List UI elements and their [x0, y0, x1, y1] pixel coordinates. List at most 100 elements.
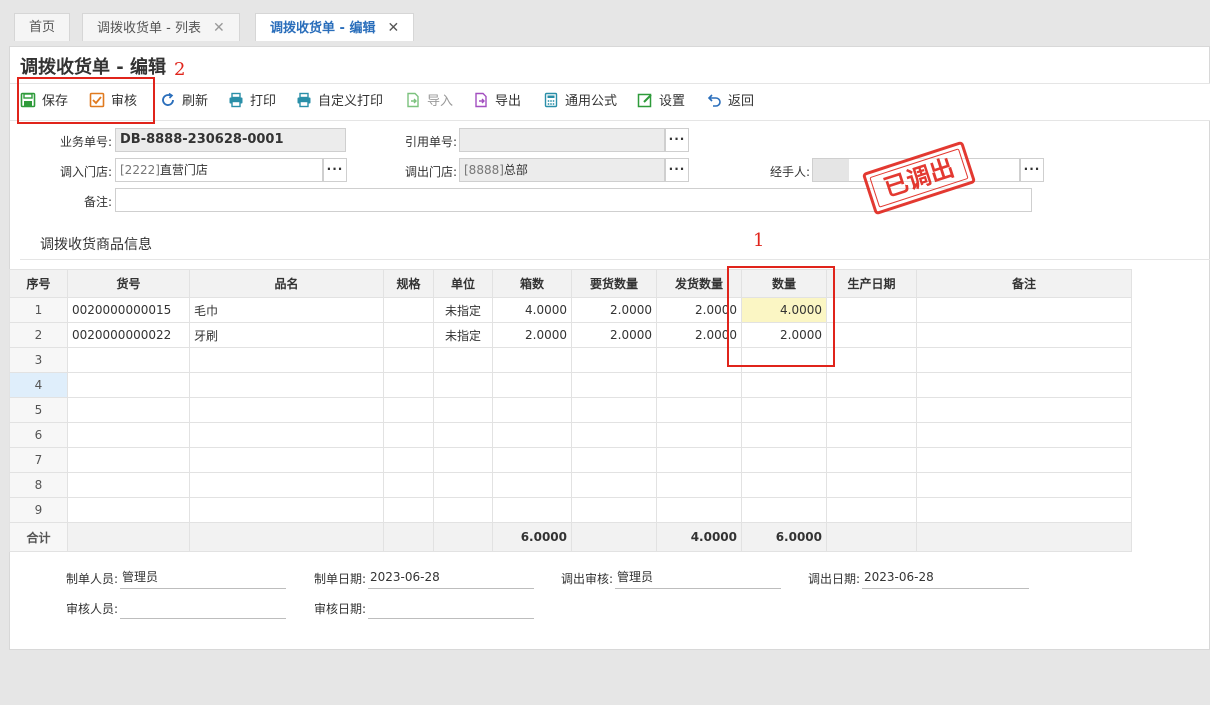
cell-prod-date[interactable]: [826, 472, 917, 498]
cell-req-qty[interactable]: [571, 347, 657, 373]
cell-spec[interactable]: [383, 347, 434, 373]
table-row[interactable]: 8: [9, 472, 1132, 498]
cell-spec[interactable]: [383, 372, 434, 398]
formula-button[interactable]: 通用公式: [543, 84, 617, 120]
cell-remark[interactable]: [916, 447, 1132, 473]
cell-boxes[interactable]: [492, 447, 572, 473]
in-store-field[interactable]: [2222]直营门店: [115, 158, 323, 182]
out-store-lookup-button[interactable]: ···: [665, 158, 689, 182]
cell-name[interactable]: [189, 372, 384, 398]
cell-code[interactable]: [67, 497, 190, 523]
cell-req-qty[interactable]: [571, 497, 657, 523]
custom-print-button[interactable]: 自定义打印: [296, 84, 383, 120]
cell-name[interactable]: [189, 422, 384, 448]
cell-req-qty[interactable]: [571, 447, 657, 473]
cell-code[interactable]: [67, 397, 190, 423]
cell-spec[interactable]: [383, 447, 434, 473]
cell-ship-qty[interactable]: [656, 447, 742, 473]
back-button[interactable]: 返回: [706, 84, 754, 120]
in-store-lookup-button[interactable]: ···: [323, 158, 347, 182]
cell-boxes[interactable]: 2.0000: [492, 322, 572, 348]
cell-code[interactable]: [67, 472, 190, 498]
table-row[interactable]: 3: [9, 347, 1132, 373]
cell-spec[interactable]: [383, 422, 434, 448]
cell-ship-qty[interactable]: [656, 372, 742, 398]
cell-spec[interactable]: [383, 297, 434, 323]
cell-ship-qty[interactable]: [656, 397, 742, 423]
handler-lookup-button[interactable]: ···: [1020, 158, 1044, 182]
cell-ship-qty[interactable]: [656, 497, 742, 523]
cell-code[interactable]: [67, 372, 190, 398]
cell-req-qty[interactable]: 2.0000: [571, 322, 657, 348]
cell-remark[interactable]: [916, 322, 1132, 348]
cell-prod-date[interactable]: [826, 422, 917, 448]
ref-no-lookup-button[interactable]: ···: [665, 128, 689, 152]
cell-req-qty[interactable]: [571, 397, 657, 423]
cell-req-qty[interactable]: 2.0000: [571, 297, 657, 323]
cell-spec[interactable]: [383, 322, 434, 348]
cell-remark[interactable]: [916, 472, 1132, 498]
cell-boxes[interactable]: [492, 472, 572, 498]
settings-button[interactable]: 设置: [637, 84, 685, 120]
cell-ship-qty[interactable]: [656, 472, 742, 498]
import-button[interactable]: 导入: [405, 84, 453, 120]
cell-name[interactable]: 牙刷: [189, 322, 384, 348]
cell-unit[interactable]: [433, 372, 493, 398]
cell-boxes[interactable]: [492, 497, 572, 523]
cell-remark[interactable]: [916, 422, 1132, 448]
cell-prod-date[interactable]: [826, 322, 917, 348]
cell-name[interactable]: [189, 397, 384, 423]
cell-name[interactable]: [189, 497, 384, 523]
tab-transfer-receipt-list[interactable]: 调拨收货单 - 列表 ✕: [82, 13, 240, 41]
cell-prod-date[interactable]: [826, 297, 917, 323]
cell-boxes[interactable]: [492, 422, 572, 448]
cell-remark[interactable]: [916, 297, 1132, 323]
cell-qty[interactable]: [741, 372, 827, 398]
cell-qty[interactable]: [741, 397, 827, 423]
table-row[interactable]: 4: [9, 372, 1132, 398]
table-row[interactable]: 1 0020000000015 毛巾 未指定 4.0000 2.0000 2.0…: [9, 297, 1132, 323]
export-button[interactable]: 导出: [473, 84, 521, 120]
cell-qty[interactable]: [741, 447, 827, 473]
cell-name[interactable]: [189, 472, 384, 498]
cell-unit[interactable]: [433, 472, 493, 498]
cell-qty[interactable]: [741, 422, 827, 448]
cell-unit[interactable]: 未指定: [433, 297, 493, 323]
print-button[interactable]: 打印: [228, 84, 276, 120]
cell-unit[interactable]: 未指定: [433, 322, 493, 348]
cell-prod-date[interactable]: [826, 397, 917, 423]
cell-remark[interactable]: [916, 497, 1132, 523]
table-row[interactable]: 9: [9, 497, 1132, 523]
cell-remark[interactable]: [916, 347, 1132, 373]
cell-ship-qty[interactable]: [656, 422, 742, 448]
cell-spec[interactable]: [383, 397, 434, 423]
cell-prod-date[interactable]: [826, 497, 917, 523]
tab-transfer-receipt-edit[interactable]: 调拨收货单 - 编辑 ✕: [255, 13, 415, 41]
cell-code[interactable]: 0020000000015: [67, 297, 190, 323]
cell-qty[interactable]: [741, 497, 827, 523]
cell-boxes[interactable]: [492, 372, 572, 398]
cell-unit[interactable]: [433, 447, 493, 473]
cell-remark[interactable]: [916, 372, 1132, 398]
cell-unit[interactable]: [433, 497, 493, 523]
cell-prod-date[interactable]: [826, 447, 917, 473]
table-row[interactable]: 6: [9, 422, 1132, 448]
cell-prod-date[interactable]: [826, 372, 917, 398]
cell-name[interactable]: [189, 347, 384, 373]
tab-home[interactable]: 首页: [14, 13, 71, 41]
cell-boxes[interactable]: 4.0000: [492, 297, 572, 323]
table-row[interactable]: 7: [9, 447, 1132, 473]
cell-unit[interactable]: [433, 422, 493, 448]
cell-prod-date[interactable]: [826, 347, 917, 373]
cell-req-qty[interactable]: [571, 372, 657, 398]
cell-req-qty[interactable]: [571, 472, 657, 498]
cell-code[interactable]: [67, 347, 190, 373]
cell-code[interactable]: [67, 422, 190, 448]
close-icon[interactable]: ✕: [213, 20, 225, 36]
cell-spec[interactable]: [383, 472, 434, 498]
cell-code[interactable]: [67, 447, 190, 473]
refresh-button[interactable]: 刷新: [160, 84, 208, 120]
cell-name[interactable]: 毛巾: [189, 297, 384, 323]
cell-boxes[interactable]: [492, 347, 572, 373]
cell-boxes[interactable]: [492, 397, 572, 423]
